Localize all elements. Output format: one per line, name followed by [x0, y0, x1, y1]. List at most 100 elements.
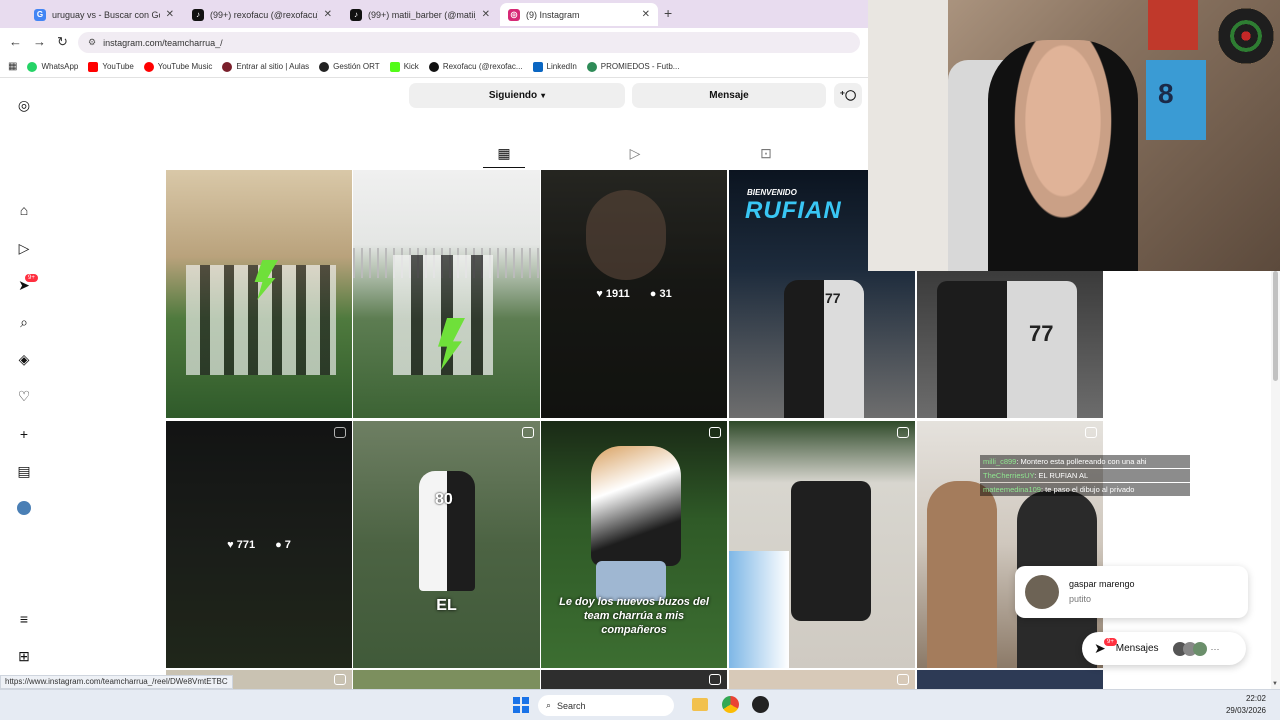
browser-tab[interactable]: ♪ (99+) matii_barber (@matii_ba... ✕ — [342, 3, 498, 26]
heart-icon[interactable]: ♡ — [15, 387, 33, 405]
post-thumbnail[interactable]: Le doy los nuevos buzos del team charrúa… — [541, 421, 727, 668]
kick-icon — [389, 61, 400, 72]
file-explorer-icon[interactable] — [692, 698, 708, 711]
bookmark-whatsapp[interactable]: WhatsApp — [27, 61, 78, 72]
post-comments: ● 7 — [275, 538, 291, 551]
reels-icon[interactable]: ▷ — [15, 239, 33, 257]
post-thumbnail[interactable]: 77 — [917, 271, 1103, 418]
post-text-bienvenido: BIENVENIDO — [747, 188, 797, 197]
player-back — [419, 471, 475, 591]
post-thumbnail[interactable]: ♥ 771 ● 7 — [166, 421, 352, 668]
more-icon: ··· — [1210, 643, 1220, 654]
browser-tab[interactable]: G uruguay vs - Buscar con Goog... ✕ — [26, 3, 182, 26]
youtube-music-icon — [143, 61, 154, 72]
players-photo — [393, 255, 493, 375]
close-icon[interactable]: ✕ — [166, 9, 174, 20]
active-tab-indicator — [483, 167, 525, 168]
post-thumbnail[interactable]: ♥ 1911 ● 31 — [541, 170, 727, 418]
tab-tagged-icon[interactable]: ⊡ — [757, 144, 775, 162]
tab-reels-icon[interactable]: ▷ — [626, 144, 644, 162]
forward-icon[interactable]: → — [33, 34, 46, 49]
url-input[interactable]: ⚙ instagram.com/teamcharrua_/ — [78, 32, 860, 53]
chrome-icon[interactable] — [722, 696, 739, 713]
bookmark-kick[interactable]: Kick — [389, 61, 419, 72]
add-user-button[interactable]: ⁺◯ — [834, 83, 862, 108]
obs-icon[interactable] — [752, 696, 769, 713]
bookmark-gestion-ort[interactable]: Gestión ORT — [319, 61, 380, 72]
poster — [1148, 0, 1198, 50]
explore-icon[interactable]: ◈ — [15, 350, 33, 368]
aulas-icon — [222, 61, 233, 72]
taskbar-search[interactable]: ⌕ Search — [538, 695, 674, 716]
scroll-down-icon[interactable]: ▼ — [1272, 681, 1278, 687]
browser-tab[interactable]: ♪ (99+) rexofacu (@rexofacu) | ... ✕ — [184, 3, 340, 26]
webcam-overlay: 8 — [868, 0, 1280, 271]
person-photo — [927, 481, 997, 668]
menu-icon[interactable]: ≡ — [15, 610, 33, 628]
tab-posts-grid-icon[interactable]: ▦ — [495, 144, 513, 162]
close-icon[interactable]: ✕ — [482, 9, 490, 20]
page-scrollbar[interactable]: ▼ — [1271, 271, 1280, 689]
home-icon[interactable]: ⌂ — [15, 201, 33, 219]
bookmark-linkedin[interactable]: LinkedIn — [532, 61, 577, 72]
bookmark-promiedos[interactable]: PROMIEDOS - Futb... — [586, 61, 679, 72]
message-notification[interactable]: gaspar marengo putito — [1015, 566, 1248, 618]
shirt-number: 8 — [1158, 78, 1174, 109]
avatar — [1025, 575, 1059, 609]
windows-taskbar: ⌕ Search 22:02 29/03/2026 — [0, 689, 1280, 720]
post-thumbnail[interactable] — [917, 670, 1103, 689]
start-icon[interactable] — [513, 697, 529, 713]
bookmark-aulas[interactable]: Entrar al sitio | Aulas — [222, 61, 309, 72]
bookmark-youtube-music[interactable]: YouTube Music — [143, 61, 212, 72]
browser-tab-active[interactable]: ◎ (9) Instagram ✕ — [500, 3, 658, 26]
chat-message: mateemedina109: te paso el dibujo al pri… — [980, 483, 1190, 496]
tiktok-icon: ♪ — [192, 8, 204, 21]
shirt-photo — [729, 551, 789, 668]
url-text: instagram.com/teamcharrua_/ — [103, 37, 223, 48]
reel-icon — [897, 674, 909, 685]
player-photo — [591, 446, 681, 566]
new-tab-icon[interactable]: + — [664, 5, 672, 21]
close-icon[interactable]: ✕ — [324, 9, 332, 20]
instagram-logo-icon[interactable]: ◎ — [15, 96, 33, 114]
dartboard — [1218, 8, 1274, 64]
messages-label: Mensajes — [1115, 643, 1159, 654]
reload-icon[interactable]: ↻ — [57, 34, 68, 50]
tiktok-icon — [428, 61, 439, 72]
tab-title: (9) Instagram — [526, 9, 580, 20]
chat-message: TheCherriesUY: EL RUFIAN AL — [980, 469, 1190, 482]
bookmark-youtube[interactable]: YouTube — [88, 61, 134, 72]
post-thumbnail[interactable] — [729, 670, 915, 689]
notification-sender: gaspar marengo — [1069, 579, 1135, 589]
tab-title: (99+) rexofacu (@rexofacu) | ... — [210, 9, 318, 20]
close-icon[interactable]: ✕ — [642, 9, 650, 20]
post-thumbnail[interactable] — [729, 421, 915, 668]
whatsapp-icon — [27, 61, 38, 72]
search-icon[interactable]: ⌕ — [15, 313, 33, 331]
avatar[interactable] — [15, 499, 33, 517]
post-thumbnail[interactable]: 80 EL — [353, 421, 540, 668]
post-text-rufian: RUFIAN — [745, 197, 842, 224]
bookmark-rexofacu[interactable]: Rexofacu (@rexofac... — [428, 61, 523, 72]
following-button[interactable]: Siguiendo ▾ — [409, 83, 625, 108]
message-button[interactable]: Mensaje — [632, 83, 826, 108]
reel-icon — [334, 674, 346, 685]
post-thumbnail[interactable] — [541, 670, 727, 689]
post-thumbnail[interactable] — [353, 670, 540, 689]
post-thumbnail[interactable] — [353, 170, 540, 418]
apps-icon[interactable]: ▦ — [8, 61, 17, 72]
messages-button[interactable]: ➤ 9+ Mensajes ··· — [1082, 632, 1246, 665]
scrollbar-thumb[interactable] — [1273, 271, 1278, 381]
dashboard-icon[interactable]: ▤ — [15, 462, 33, 480]
create-icon[interactable]: + — [15, 425, 33, 443]
stream-chat: milli_c899: Montero esta pollereando con… — [980, 455, 1190, 497]
site-info-icon[interactable]: ⚙ — [88, 37, 96, 48]
tab-title: (99+) matii_barber (@matii_ba... — [368, 9, 476, 20]
post-thumbnail[interactable] — [166, 170, 352, 418]
threads-icon[interactable]: ⊞ — [15, 647, 33, 665]
back-icon[interactable]: ← — [9, 34, 22, 49]
bookmarks-bar: ▦ WhatsApp YouTube YouTube Music Entrar … — [0, 56, 868, 78]
reel-icon — [709, 427, 721, 438]
messages-badge: 9+ — [1104, 638, 1117, 646]
post-stats-overlay: ♥ 1911 ● 31 — [541, 170, 727, 418]
